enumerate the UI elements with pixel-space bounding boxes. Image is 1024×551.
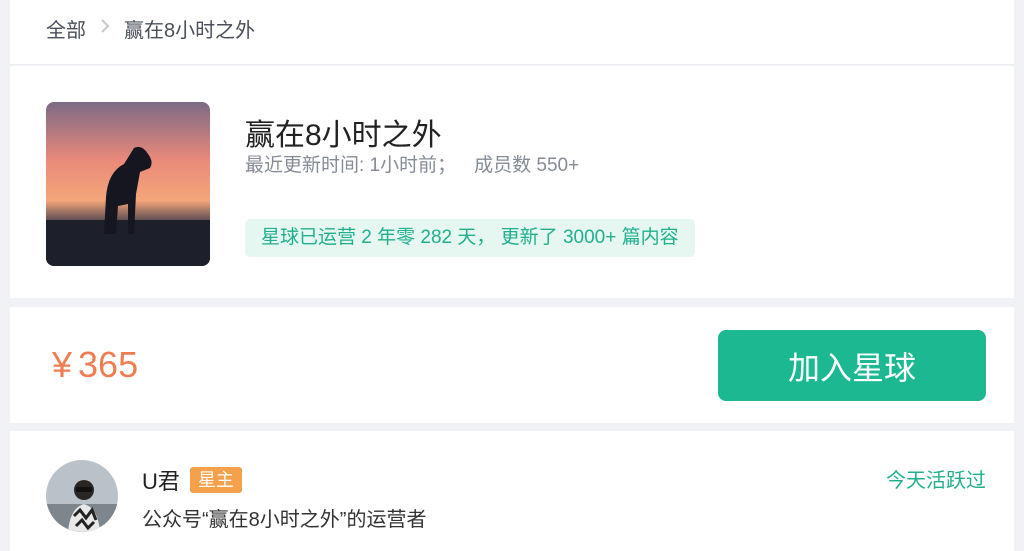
price-value: 365 [78,344,139,385]
owner-bio: 公众号“赢在8小时之外”的运营者 [142,509,427,531]
purchase-card: ¥365 加入星球 [10,307,1014,423]
owner-name-row: U君 星主 [142,464,242,496]
owner-card: U君 星主 公众号“赢在8小时之外”的运营者 今天活跃过 [10,431,1014,551]
join-button[interactable]: 加入星球 [718,330,986,401]
price: ¥365 [52,344,138,386]
breadcrumb-bar: 全部 赢在8小时之外 [10,0,1014,65]
breadcrumb-all[interactable]: 全部 [46,14,86,43]
operation-stats-badge: 星球已运营 2 年零 282 天， 更新了 3000+ 篇内容 [245,219,695,257]
breadcrumb-current[interactable]: 赢在8小时之外 [124,14,255,43]
member-count: 成员数 550+ [474,155,580,176]
owner-name[interactable]: U君 [142,464,180,496]
currency-symbol: ¥ [52,344,73,385]
updated-time: 最近更新时间: 1小时前； [245,155,457,176]
avatar[interactable] [46,460,118,532]
owner-role-badge: 星主 [189,467,242,493]
group-title: 赢在8小时之外 [245,119,442,152]
group-cover-image [46,102,210,266]
breadcrumb: 全部 赢在8小时之外 [46,14,255,43]
group-meta: 最近更新时间: 1小时前； 成员数 550+ [245,150,579,177]
divider [10,64,1014,65]
chevron-right-icon [100,18,110,39]
activity-status: 今天活跃过 [886,470,986,492]
group-info-card: 赢在8小时之外 最近更新时间: 1小时前； 成员数 550+ 星球已运营 2 年零… [10,66,1014,298]
